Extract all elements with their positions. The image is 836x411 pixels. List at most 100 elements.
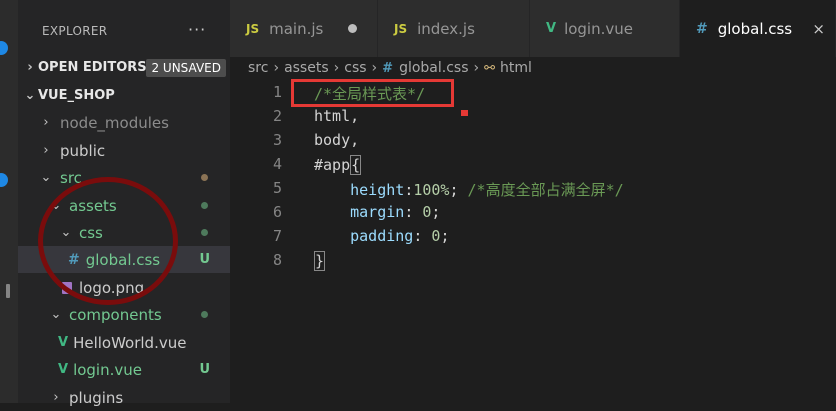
code-line: 8 } (230, 251, 836, 275)
tree-item-label: node_modules (60, 113, 169, 132)
code-line: 4 #app{ (230, 155, 836, 179)
tree-item-label: login.vue (73, 360, 142, 379)
code-line: 3 body, (230, 131, 836, 155)
breadcrumb-item[interactable]: html (500, 60, 532, 76)
modified-dot-icon (201, 174, 208, 181)
unsaved-dot-icon[interactable] (348, 24, 357, 33)
chevron-right-icon: › (333, 60, 340, 76)
highlight-annotation-box (291, 79, 454, 107)
code-line: 6 margin: 0; (230, 203, 836, 227)
tab-label: global.css (717, 19, 793, 38)
vue-file-icon: V (58, 362, 69, 377)
js-file-icon: JS (246, 21, 260, 36)
code-text: #app{ (314, 155, 362, 175)
tab-label: index.js (417, 19, 475, 38)
activity-icon[interactable] (6, 284, 10, 298)
notification-dot-icon (0, 173, 8, 187)
breadcrumb-item[interactable]: global.css (399, 60, 468, 76)
css-file-icon: # (382, 60, 394, 76)
vue-file-icon: V (546, 21, 557, 36)
selector-symbol-icon: ⚯ (484, 60, 496, 76)
code-line: 2 html, (230, 107, 836, 131)
code-line: 5 height:100%; /*高度全部占满全屏*/ (230, 179, 836, 203)
line-number: 4 (272, 155, 282, 173)
code-text: padding: 0; (350, 227, 450, 245)
code-line: 7 padding: 0; (230, 227, 836, 251)
chevron-right-icon: › (27, 60, 33, 75)
chevron-right-icon: › (371, 60, 378, 76)
code-comment: /*高度全部占满全屏*/ (467, 181, 624, 199)
modified-dot-icon (201, 202, 208, 209)
line-number: 5 (272, 179, 282, 197)
css-property: padding (350, 227, 414, 245)
code-text: body, (314, 131, 360, 149)
css-value: 0 (422, 203, 432, 221)
tree-item-plugins[interactable]: › plugins (18, 384, 230, 411)
project-name: VUE_SHOP (38, 88, 115, 103)
tab-global-css[interactable]: # global.css × (680, 0, 836, 57)
code-text: } (314, 251, 326, 271)
line-number: 6 (272, 203, 282, 221)
tab-label: main.js (269, 19, 324, 38)
open-editors-section[interactable]: › OPEN EDITORS 2 UNSAVED (18, 54, 230, 81)
selector-text: #app (314, 156, 351, 174)
chevron-down-icon: ⌄ (50, 307, 62, 322)
chevron-down-icon: ⌄ (24, 88, 36, 103)
tree-item-label: public (60, 141, 106, 160)
css-value: 0 (431, 227, 441, 245)
modified-dot-icon (201, 229, 208, 236)
line-number: 8 (272, 251, 282, 269)
tree-item-label: HelloWorld.vue (73, 333, 187, 352)
unsaved-badge: 2 UNSAVED (146, 58, 226, 77)
breadcrumb: src › assets › css › # global.css › ⚯ ht… (248, 58, 532, 78)
notification-dot-icon (0, 41, 8, 55)
breadcrumb-item[interactable]: src (248, 60, 268, 76)
tab-label: login.vue (564, 19, 633, 38)
untracked-status: U (199, 362, 210, 377)
chevron-right-icon: › (43, 143, 49, 158)
css-file-icon: # (696, 20, 708, 37)
tab-index-js[interactable]: JS index.js (378, 0, 530, 57)
tree-item-node-modules[interactable]: › node_modules (18, 109, 230, 136)
chevron-right-icon: › (273, 60, 280, 76)
tree-item-components[interactable]: ⌄ components (18, 301, 230, 328)
tab-login-vue[interactable]: V login.vue (530, 0, 680, 57)
untracked-status: U (199, 252, 210, 267)
more-actions-icon[interactable]: ··· (188, 20, 206, 39)
tree-item-label: components (69, 305, 162, 324)
line-number: 2 (272, 107, 282, 125)
line-number: 7 (272, 227, 282, 245)
code-text: html, (314, 107, 360, 125)
matched-brace: } (314, 251, 326, 271)
explorer-title: EXPLORER (42, 24, 108, 38)
open-editors-label: OPEN EDITORS (38, 60, 147, 75)
code-editor[interactable]: 1 /*全局样式表*/ 2 html, 3 body, 4 #app{ 5 he… (230, 80, 836, 403)
circle-annotation (38, 177, 178, 305)
chevron-right-icon: › (473, 60, 480, 76)
code-text: margin: 0; (350, 203, 441, 221)
matched-brace: { (350, 155, 362, 175)
tree-item-helloworld-vue[interactable]: V HelloWorld.vue (18, 329, 230, 356)
project-root[interactable]: ⌄ VUE_SHOP (18, 82, 230, 109)
chevron-right-icon: › (43, 115, 49, 130)
css-property: height (350, 181, 405, 199)
css-property: margin (350, 203, 405, 221)
breadcrumb-item[interactable]: css (344, 60, 366, 76)
activity-bar (0, 0, 18, 403)
line-number: 1 (272, 83, 282, 101)
annotation-mark (461, 110, 468, 116)
chevron-down-icon: ⌄ (40, 170, 52, 185)
css-value: 100% (413, 181, 450, 199)
tree-item-login-vue[interactable]: V login.vue U (18, 356, 230, 383)
code-text: height:100%; /*高度全部占满全屏*/ (350, 181, 624, 199)
js-file-icon: JS (394, 21, 408, 36)
line-number: 3 (272, 131, 282, 149)
tree-item-label: plugins (69, 388, 124, 407)
editor-tabs: JS main.js JS index.js V login.vue # glo… (230, 0, 836, 57)
vue-file-icon: V (58, 335, 69, 350)
tree-item-public[interactable]: › public (18, 137, 230, 164)
modified-dot-icon (201, 311, 208, 318)
tab-main-js[interactable]: JS main.js (230, 0, 378, 57)
breadcrumb-item[interactable]: assets (284, 60, 329, 76)
close-icon[interactable]: × (812, 20, 825, 38)
